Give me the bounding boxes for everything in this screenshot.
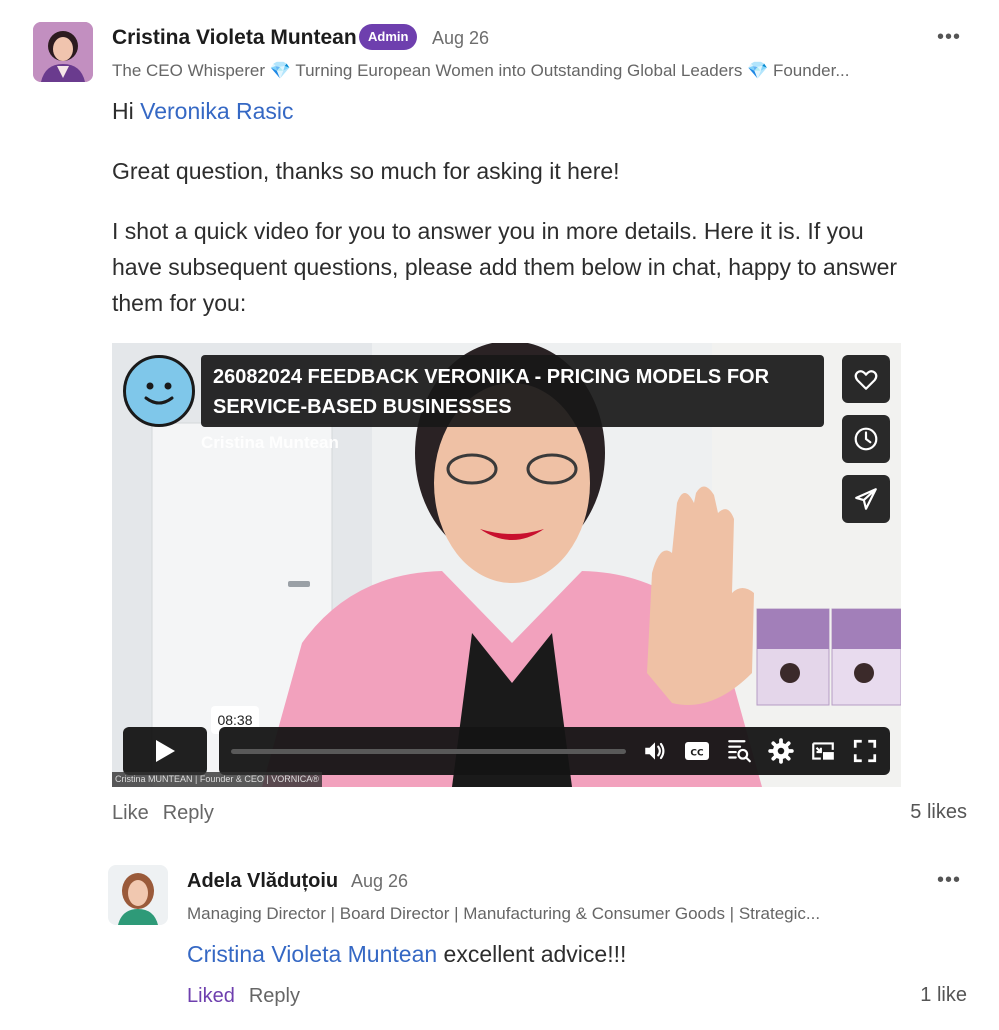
play-button[interactable] (123, 727, 207, 775)
more-options-icon[interactable]: ••• (937, 26, 961, 49)
author-avatar[interactable] (33, 22, 93, 82)
comment-reply-button[interactable]: Reply (249, 985, 300, 1007)
commenter-avatar[interactable] (108, 865, 168, 925)
commenter-name[interactable]: Adela Vlăduțoiu (187, 870, 338, 893)
settings-icon[interactable] (768, 738, 794, 764)
fullscreen-icon[interactable] (852, 738, 878, 764)
transcript-icon[interactable] (726, 738, 752, 764)
paragraph-1: Great question, thanks so much for askin… (112, 158, 620, 184)
author-name[interactable]: Cristina Violeta Muntean (112, 26, 357, 50)
liked-button[interactable]: Liked (187, 985, 235, 1007)
likes-count[interactable]: 5 likes (910, 801, 967, 824)
video-controls: CC (219, 727, 890, 775)
clock-icon[interactable] (842, 415, 890, 463)
comment-actions: Liked Reply (187, 985, 314, 1008)
comment-mention-link[interactable]: Cristina Violeta Muntean (187, 941, 437, 967)
video-player[interactable]: 26082024 FEEDBACK VERONIKA - PRICING MOD… (112, 343, 901, 787)
video-watermark: Cristina MUNTEAN | Founder & CEO | VORNI… (112, 772, 322, 787)
play-icon (156, 740, 175, 762)
post-actions: Like Reply (112, 802, 228, 825)
author-headline: The CEO Whisperer 💎 Turning European Wom… (112, 61, 850, 80)
comment-likes-count[interactable]: 1 like (920, 984, 967, 1007)
comment-body: excellent advice!!! (437, 941, 627, 967)
svg-text:CC: CC (690, 749, 704, 759)
video-channel[interactable]: Cristina Muntean (201, 433, 339, 453)
volume-icon[interactable] (642, 738, 668, 764)
comment-date: Aug 26 (351, 871, 409, 891)
channel-logo[interactable] (123, 355, 195, 427)
post-date: Aug 26 (432, 28, 490, 48)
greeting: Hi (112, 98, 134, 124)
paragraph-2: I shot a quick video for you to answer y… (112, 218, 898, 316)
video-title[interactable]: 26082024 FEEDBACK VERONIKA - PRICING MOD… (201, 355, 824, 427)
reply-button[interactable]: Reply (163, 802, 214, 824)
admin-badge: Admin (359, 24, 418, 50)
cc-icon[interactable]: CC (684, 738, 710, 764)
heart-icon[interactable] (842, 355, 890, 403)
like-button[interactable]: Like (112, 802, 149, 824)
commenter-headline: Managing Director | Board Director | Man… (187, 904, 821, 923)
greeting-line: Hi Veronika Rasic (112, 93, 912, 129)
comment-text: Cristina Violeta Muntean excellent advic… (187, 938, 626, 970)
send-icon[interactable] (842, 475, 890, 523)
post-card: Cristina Violeta Muntean Admin Aug 26 ••… (0, 0, 999, 1030)
progress-bar[interactable] (231, 749, 626, 754)
pip-icon[interactable] (810, 738, 836, 764)
mention-link[interactable]: Veronika Rasic (140, 98, 293, 124)
comment-more-icon[interactable]: ••• (937, 869, 961, 892)
